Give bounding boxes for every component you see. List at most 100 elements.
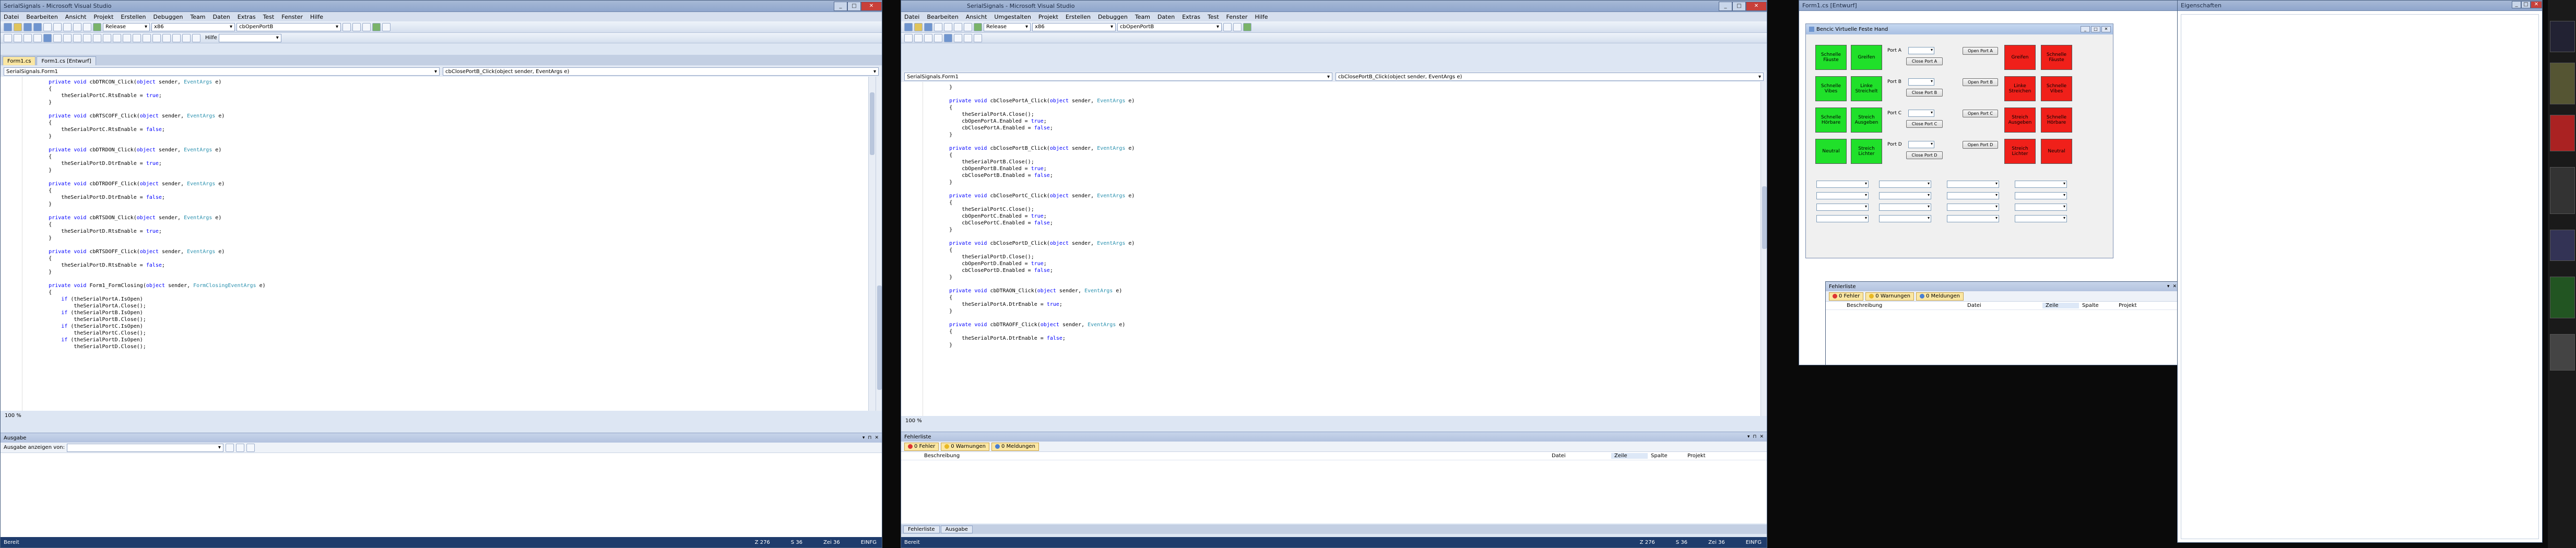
open-port-button[interactable]: Open Port C: [1963, 110, 1998, 117]
open-port-button[interactable]: Open Port D: [1963, 141, 1998, 149]
maximize-button[interactable]: □: [2521, 1, 2531, 8]
stack-icon[interactable]: [172, 33, 181, 42]
code-line[interactable]: private void cbDTRDON_Click(object sende…: [23, 147, 868, 153]
close-button[interactable]: ✕: [1746, 1, 1767, 11]
tab-form1-designer[interactable]: Form1.cs [Entwurf]: [37, 56, 96, 65]
signal-combo[interactable]: [2015, 181, 2067, 188]
code-line[interactable]: private void cbRTSCOFF_Click(object send…: [23, 113, 868, 120]
member-dropdown[interactable]: cbClosePortB_Click(object sender, EventA…: [443, 67, 879, 76]
green-action-button[interactable]: Schnelle Fäuste: [1815, 45, 1847, 70]
open-port-button[interactable]: Open Port B: [1963, 78, 1998, 86]
menu-item[interactable]: Datei: [904, 14, 919, 20]
debug-location-icon[interactable]: [113, 33, 121, 42]
code-line[interactable]: cbClosePortB.Enabled = false;: [924, 172, 1760, 179]
green-action-button[interactable]: Streich Ausgeben: [1851, 108, 1882, 133]
maximize-button[interactable]: □: [1732, 1, 1746, 11]
designed-form[interactable]: Bencic Virtuelle Feste Hand _ □ ✕ Schnelle…: [1805, 23, 2113, 258]
code-line[interactable]: {: [23, 86, 868, 92]
code-line[interactable]: {: [924, 152, 1760, 159]
code-line[interactable]: private void Form1_FormClosing(object se…: [23, 282, 868, 289]
code-line[interactable]: private void cbClosePortB_Click(object s…: [924, 145, 1760, 152]
code-line[interactable]: }: [924, 342, 1760, 349]
menu-item[interactable]: Bearbeiten: [927, 14, 958, 20]
zoom-level[interactable]: 100 %: [5, 413, 21, 419]
member-dropdown[interactable]: cbClosePortB_Click(object sender, EventA…: [1336, 73, 1764, 81]
code-line[interactable]: {: [23, 187, 868, 194]
open-port-button[interactable]: Open Port A: [1963, 47, 1998, 55]
signal-combo[interactable]: [1947, 204, 1999, 211]
copy-icon[interactable]: [53, 22, 62, 31]
code-line[interactable]: {: [924, 294, 1760, 301]
toolbox-icon[interactable]: [372, 22, 381, 31]
red-action-button[interactable]: Neutral: [2041, 139, 2072, 164]
code-line[interactable]: theSerialPortD.Close();: [924, 254, 1760, 260]
wrap-output-icon[interactable]: [235, 443, 244, 452]
code-line[interactable]: if (theSerialPortD.IsOpen): [23, 337, 868, 343]
code-line[interactable]: private void cbClosePortD_Click(object s…: [924, 240, 1760, 247]
red-action-button[interactable]: Schnelle Vibes: [2041, 76, 2072, 101]
tab-output[interactable]: Ausgabe: [940, 525, 973, 533]
bookmark-next-icon[interactable]: [63, 33, 72, 42]
autohide-icon[interactable]: ⊓: [1753, 434, 1756, 439]
breakpoint-icon[interactable]: [964, 33, 972, 42]
code-line[interactable]: [924, 315, 1760, 321]
breakpoint-icon[interactable]: [123, 33, 131, 42]
green-action-button[interactable]: Greifen: [1851, 45, 1882, 70]
red-action-button[interactable]: Streich Lichter: [2004, 139, 2036, 164]
comment-icon[interactable]: [924, 33, 932, 42]
col-line[interactable]: Zeile: [2042, 303, 2079, 308]
platform-dropdown[interactable]: x86 ▾: [151, 22, 235, 31]
vertical-scrollbar[interactable]: [1760, 82, 1767, 416]
code-line[interactable]: [23, 174, 868, 181]
code-editor[interactable]: } private void cbClosePortA_Click(object…: [901, 82, 1767, 416]
menu-item[interactable]: Fenster: [281, 14, 303, 20]
properties-icon[interactable]: [362, 22, 371, 31]
uncomment-icon[interactable]: [934, 33, 942, 42]
code-line[interactable]: {: [23, 255, 868, 262]
green-action-button[interactable]: Linke Streichelt: [1851, 76, 1882, 101]
red-action-button[interactable]: Schnelle Hörbare: [2041, 108, 2072, 133]
platform-dropdown[interactable]: x86 ▾: [1032, 22, 1116, 31]
port-combo[interactable]: [1908, 47, 1934, 54]
extension-icon[interactable]: [382, 22, 391, 31]
menu-item[interactable]: Umgestalten: [994, 14, 1031, 20]
save-icon[interactable]: [924, 22, 932, 31]
code-line[interactable]: theSerialPortA.DtrEnable = false;: [924, 335, 1760, 342]
code-line[interactable]: }: [924, 179, 1760, 186]
col-description[interactable]: Beschreibung: [1826, 303, 1964, 308]
comment-icon[interactable]: [23, 33, 32, 42]
minimize-button[interactable]: _: [834, 1, 847, 11]
green-action-button[interactable]: Neutral: [1815, 139, 1847, 164]
code-line[interactable]: [23, 106, 868, 113]
new-project-icon[interactable]: [904, 22, 913, 31]
code-line[interactable]: }: [23, 201, 868, 208]
signal-combo[interactable]: [1879, 204, 1931, 211]
menu-item[interactable]: Test: [1208, 14, 1219, 20]
code-line[interactable]: }: [924, 308, 1760, 315]
code-line[interactable]: cbClosePortD.Enabled = false;: [924, 267, 1760, 274]
errors-filter[interactable]: 0 Fehler: [904, 442, 939, 451]
code-line[interactable]: theSerialPortD.DtrEnable = true;: [23, 160, 868, 167]
code-line[interactable]: {: [23, 289, 868, 296]
menu-item[interactable]: Debuggen: [153, 14, 183, 20]
code-line[interactable]: [23, 276, 868, 282]
signal-combo[interactable]: [2015, 215, 2067, 222]
uncomment-icon[interactable]: [33, 33, 42, 42]
menu-item[interactable]: Projekt: [93, 14, 113, 20]
clear-output-icon[interactable]: [225, 443, 234, 452]
menu-item[interactable]: Test: [263, 14, 275, 20]
close-port-button[interactable]: Close Port A: [1906, 57, 1943, 65]
menu-item[interactable]: Extras: [238, 14, 256, 20]
type-dropdown[interactable]: SerialSignals.Form1 ▾: [4, 67, 440, 76]
close-port-button[interactable]: Close Port B: [1906, 89, 1943, 97]
solution-explorer-icon[interactable]: [352, 22, 361, 31]
code-line[interactable]: }: [23, 269, 868, 276]
code-line[interactable]: }: [23, 235, 868, 242]
code-line[interactable]: {: [924, 104, 1760, 111]
col-column[interactable]: Spalte: [2079, 303, 2116, 308]
code-line[interactable]: [924, 233, 1760, 240]
code-line[interactable]: theSerialPortA.DtrEnable = true;: [924, 301, 1760, 308]
minimize-button[interactable]: _: [2512, 1, 2521, 8]
code-editor[interactable]: private void cbDTRCON_Click(object sende…: [1, 77, 876, 411]
port-combo[interactable]: [1908, 78, 1934, 86]
